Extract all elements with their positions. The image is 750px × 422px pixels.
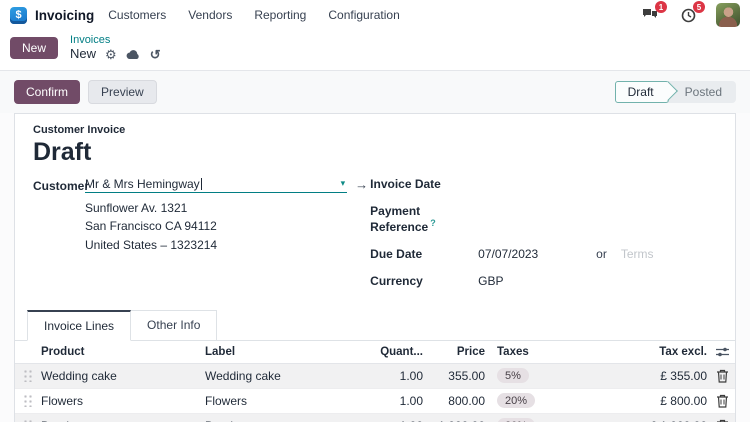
confirm-button[interactable]: Confirm xyxy=(14,79,81,104)
or-label: or xyxy=(596,246,607,261)
customer-label: Customer xyxy=(33,178,90,193)
address-line: United States – 1323214 xyxy=(85,237,218,252)
address-line: San Francisco CA 94112 xyxy=(85,219,217,234)
document-title: Draft xyxy=(33,137,92,166)
main-menu: Customers Vendors Reporting Configuratio… xyxy=(108,8,399,22)
app-name[interactable]: Invoicing xyxy=(35,8,94,23)
drag-handle-icon[interactable] xyxy=(23,369,33,383)
discard-undo-icon[interactable]: ↺ xyxy=(150,48,161,61)
activities-button[interactable]: 5 xyxy=(678,1,705,24)
breadcrumb-invoices-link[interactable]: Invoices xyxy=(70,34,161,47)
payment-reference-label: Payment Reference? xyxy=(370,203,436,234)
tab-other-info[interactable]: Other Info xyxy=(131,309,218,341)
cell-total: £ 355.00 xyxy=(660,368,707,383)
table-row[interactable]: Band Band 1.00 1,000.00 20% £ 1,000.00 xyxy=(15,413,737,422)
currency-label: Currency xyxy=(370,273,423,288)
cell-product[interactable]: Wedding cake xyxy=(41,369,205,383)
invoice-lines-table: Product Label Quant... Price Taxes Tax e… xyxy=(15,341,735,422)
due-date-label: Due Date xyxy=(370,246,423,261)
cell-total: £ 800.00 xyxy=(660,393,707,408)
table-header-row: Product Label Quant... Price Taxes Tax e… xyxy=(15,341,735,364)
messages-button[interactable]: 1 xyxy=(640,1,667,24)
address-line: Sunflower Av. 1321 xyxy=(85,200,188,215)
open-customer-arrow-icon[interactable]: → xyxy=(355,177,368,192)
delete-row-button[interactable] xyxy=(707,394,737,408)
col-label[interactable]: Label xyxy=(205,346,375,358)
control-panel: New Invoices New ⚙ ↺ xyxy=(0,30,750,71)
cell-price[interactable]: 800.00 xyxy=(423,394,485,408)
top-navbar: $ Invoicing Customers Vendors Reporting … xyxy=(0,0,750,30)
col-tax-excl[interactable]: Tax excl. xyxy=(637,346,707,358)
status-draft[interactable]: Draft xyxy=(614,80,669,103)
currency-field[interactable]: GBP xyxy=(478,274,596,288)
table-row[interactable]: Flowers Flowers 1.00 800.00 20% £ 800.00 xyxy=(15,389,735,414)
cell-label[interactable]: Wedding cake xyxy=(205,369,375,383)
cell-quantity[interactable]: 1.00 xyxy=(375,369,423,383)
cell-price[interactable]: 1,000.00 xyxy=(423,419,485,422)
gear-icon[interactable]: ⚙ xyxy=(105,48,117,61)
cell-total: £ 1,000.00 xyxy=(637,419,707,422)
customer-address: Sunflower Av. 1321 San Francisco CA 9411… xyxy=(85,199,368,255)
drag-handle-icon[interactable] xyxy=(23,394,33,408)
optional-columns-icon[interactable] xyxy=(707,346,737,358)
menu-customers[interactable]: Customers xyxy=(108,8,166,22)
cell-price[interactable]: 355.00 xyxy=(423,369,485,383)
menu-reporting[interactable]: Reporting xyxy=(254,8,306,22)
cell-label[interactable]: Band xyxy=(205,419,375,422)
customer-value: Mr & Mrs Hemingway xyxy=(85,176,200,191)
preview-button[interactable]: Preview xyxy=(88,79,157,104)
invoice-date-label: Invoice Date xyxy=(370,176,441,191)
customer-field[interactable]: Mr & Mrs Hemingway ▾ xyxy=(85,176,348,193)
col-quantity[interactable]: Quant... xyxy=(375,346,423,358)
tab-invoice-lines[interactable]: Invoice Lines xyxy=(27,309,132,341)
tax-tag[interactable]: 20% xyxy=(497,418,536,422)
help-question-icon[interactable]: ? xyxy=(430,218,436,228)
due-date-field[interactable]: 07/07/2023 xyxy=(478,247,596,261)
chevron-down-icon[interactable]: ▾ xyxy=(341,178,346,189)
menu-vendors[interactable]: Vendors xyxy=(188,8,232,22)
notebook-tabs: Invoice Lines Other Info xyxy=(15,309,735,341)
text-cursor xyxy=(200,178,202,191)
document-type-label: Customer Invoice xyxy=(33,123,126,136)
invoicing-app-icon[interactable]: $ xyxy=(10,6,27,24)
activities-badge: 5 xyxy=(693,1,705,13)
tax-tag[interactable]: 5% xyxy=(497,368,529,384)
cell-quantity[interactable]: 1.00 xyxy=(375,419,423,422)
breadcrumb: Invoices New ⚙ ↺ xyxy=(70,34,161,62)
col-product[interactable]: Product xyxy=(41,346,205,358)
status-posted[interactable]: Posted xyxy=(669,81,734,103)
user-avatar[interactable] xyxy=(716,3,740,27)
messages-badge: 1 xyxy=(655,1,667,13)
breadcrumb-current: New xyxy=(70,45,97,61)
cell-label[interactable]: Flowers xyxy=(205,394,375,408)
col-price[interactable]: Price xyxy=(423,346,485,358)
cloud-save-icon[interactable] xyxy=(126,49,141,60)
cell-product[interactable]: Flowers xyxy=(41,394,205,408)
cell-quantity[interactable]: 1.00 xyxy=(375,394,423,408)
table-row[interactable]: Wedding cake Wedding cake 1.00 355.00 5%… xyxy=(15,363,737,389)
action-bar: Confirm Preview Draft Posted xyxy=(0,70,750,113)
new-button[interactable]: New xyxy=(10,36,59,59)
tax-tag[interactable]: 20% xyxy=(497,393,536,409)
terms-link[interactable]: Terms xyxy=(621,247,654,261)
statusbar: Draft Posted xyxy=(614,80,736,103)
cell-product[interactable]: Band xyxy=(41,419,205,422)
delete-row-button[interactable] xyxy=(707,419,737,422)
invoice-form-sheet: Customer Invoice Draft Customer Mr & Mrs… xyxy=(14,112,736,422)
col-taxes[interactable]: Taxes xyxy=(485,346,637,358)
menu-configuration[interactable]: Configuration xyxy=(328,8,399,22)
delete-row-button[interactable] xyxy=(707,369,737,383)
